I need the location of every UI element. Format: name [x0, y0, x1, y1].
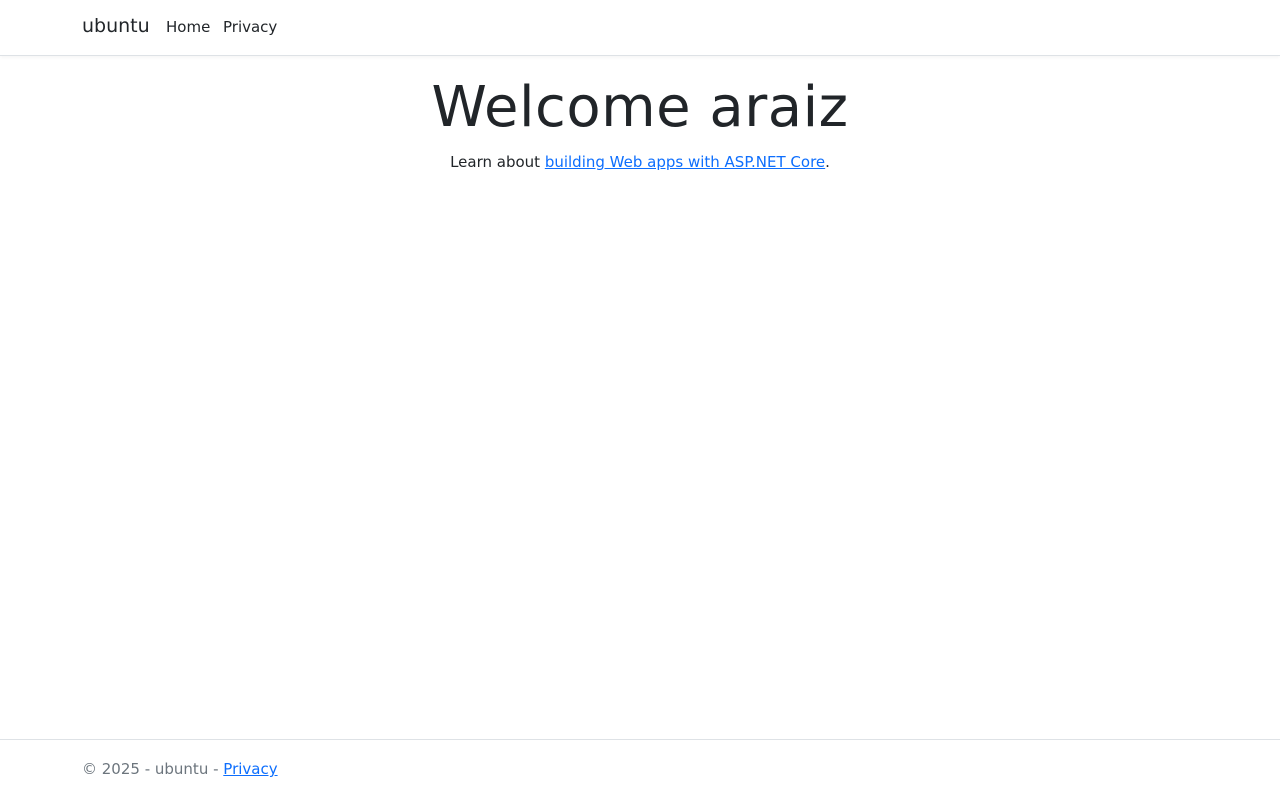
welcome-heading: Welcome araiz — [431, 75, 849, 140]
nav-home-link[interactable]: Home — [166, 18, 210, 36]
learn-about-suffix: . — [825, 153, 830, 171]
nav-privacy-link[interactable]: Privacy — [223, 18, 277, 36]
top-navbar: ubuntu Home Privacy — [0, 0, 1280, 56]
main-content: Welcome araiz Learn about building Web a… — [0, 72, 1280, 174]
footer-text: © 2025 - ubuntu - Privacy — [82, 760, 278, 778]
brand-link[interactable]: ubuntu — [82, 15, 150, 37]
copyright-text: © 2025 - ubuntu - — [82, 760, 224, 778]
page-footer: © 2025 - ubuntu - Privacy — [0, 739, 1280, 800]
learn-about-prefix: Learn about — [450, 153, 545, 171]
aspnet-docs-link[interactable]: building Web apps with ASP.NET Core — [545, 153, 825, 171]
footer-privacy-link[interactable]: Privacy — [223, 760, 277, 778]
learn-about-text: Learn about building Web apps with ASP.N… — [0, 150, 1280, 174]
